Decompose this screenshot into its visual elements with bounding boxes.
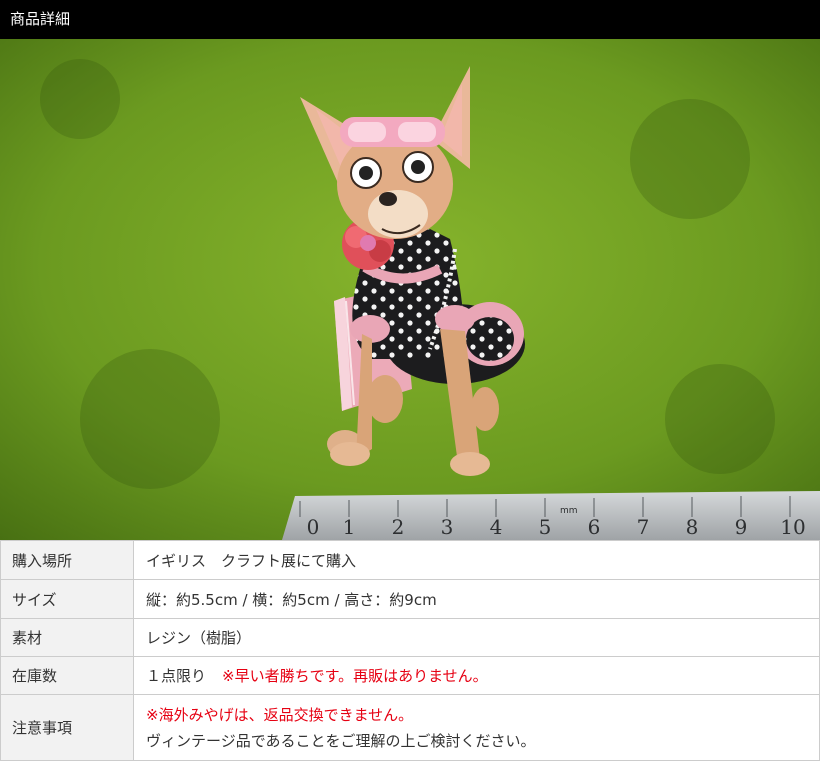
stock-note: ※早い者勝ちです。再販はありません。 <box>222 667 488 685</box>
ruler-unit: mm <box>560 506 578 516</box>
ruler-label-2: 2 <box>392 515 405 539</box>
ruler-label-3: 3 <box>441 515 454 539</box>
spec-value: ヴィンテージ品であることをご理解の上ご検討ください。 <box>146 731 536 750</box>
ruler-label-6: 6 <box>588 515 601 539</box>
spec-value-cell: １点限り ※早い者勝ちです。再販はありません。 <box>133 656 820 695</box>
ruler-label-8: 8 <box>686 515 699 539</box>
product-photo: 0 1 2 3 4 5 6 7 8 9 10 mm <box>0 39 820 540</box>
ruler: 0 1 2 3 4 5 6 7 8 9 10 mm <box>282 491 820 540</box>
ruler-label-4: 4 <box>490 515 503 539</box>
ruler-label-7: 7 <box>637 515 650 539</box>
spec-label: 注意事項 <box>0 694 134 761</box>
spec-value: レジン（樹脂） <box>133 618 820 657</box>
spec-row-purchase-place: 購入場所 イギリス クラフト展にて購入 <box>0 540 820 580</box>
spec-label: 在庫数 <box>0 656 134 695</box>
spec-label: 素材 <box>0 618 134 657</box>
spec-row-material: 素材 レジン（樹脂） <box>0 618 820 657</box>
pink-sunglasses <box>340 117 445 147</box>
spec-row-size: サイズ 縦：約5.5cm / 横：約5cm / 高さ：約9cm <box>0 579 820 619</box>
spec-value: イギリス クラフト展にて購入 <box>133 540 820 580</box>
spec-label: サイズ <box>0 579 134 619</box>
spec-label: 購入場所 <box>0 540 134 580</box>
ruler-label-5: 5 <box>539 515 552 539</box>
section-title: 商品詳細 <box>10 10 71 28</box>
section-header: 商品詳細 <box>0 0 820 39</box>
ruler-label-1: 1 <box>343 515 356 539</box>
spec-value: 縦：約5.5cm / 横：約5cm / 高さ：約9cm <box>133 579 820 619</box>
product-photo-image: 0 1 2 3 4 5 6 7 8 9 10 mm <box>0 39 820 540</box>
spec-value-cell: ※海外みやげは、返品交換できません。 ヴィンテージ品であることをご理解の上ご検討… <box>133 694 820 761</box>
ruler-label-9: 9 <box>735 515 748 539</box>
spec-value: １点限り <box>146 667 207 685</box>
return-note: ※海外みやげは、返品交換できません。 <box>146 705 414 724</box>
spec-row-stock: 在庫数 １点限り ※早い者勝ちです。再販はありません。 <box>0 656 820 695</box>
ruler-label-0: 0 <box>307 515 320 539</box>
spec-table: 購入場所 イギリス クラフト展にて購入 サイズ 縦：約5.5cm / 横：約5c… <box>0 540 820 761</box>
ruler-label-10: 10 <box>780 515 805 539</box>
spec-row-notes: 注意事項 ※海外みやげは、返品交換できません。 ヴィンテージ品であることをご理解… <box>0 694 820 761</box>
